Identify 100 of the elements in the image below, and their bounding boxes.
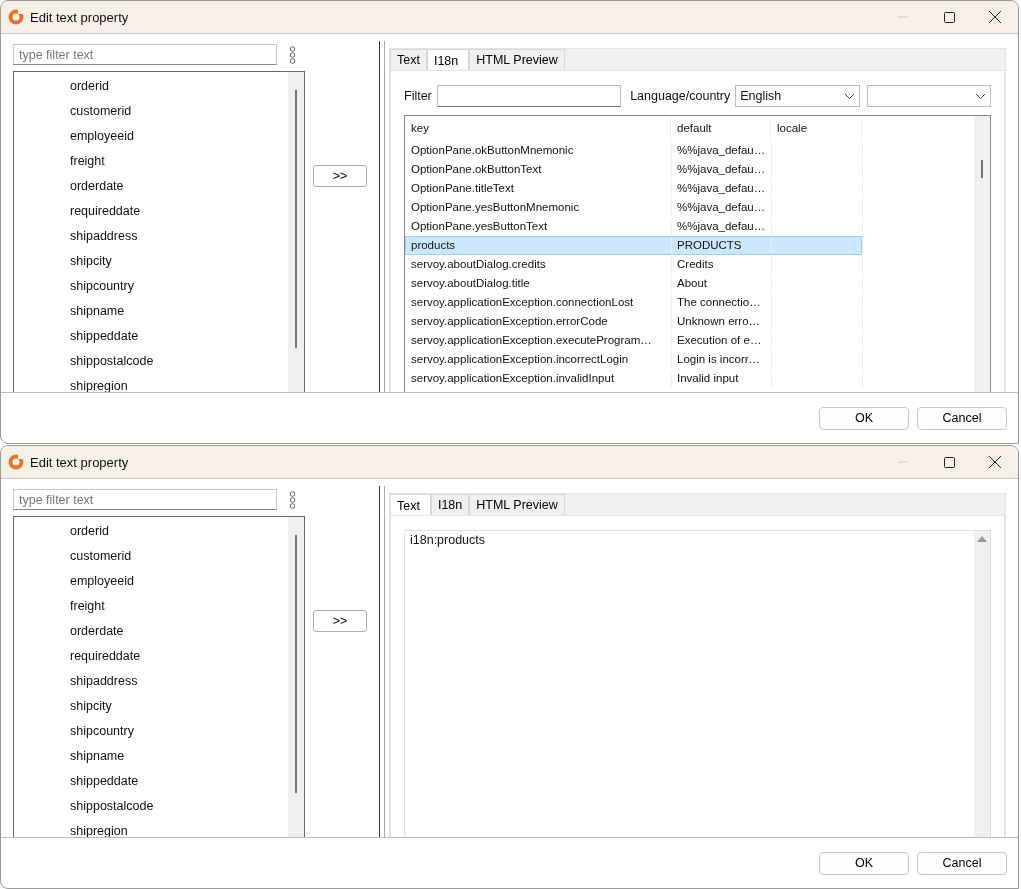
table-row[interactable]: servoy.applicationException.incorrectLogin Login is incorr… <box>405 350 862 369</box>
splitter[interactable] <box>379 486 385 837</box>
column-header[interactable]: key <box>405 116 671 141</box>
list-item[interactable]: shipcity <box>14 694 112 719</box>
tab[interactable]: I18n <box>426 49 470 71</box>
key-cell: products <box>406 237 672 254</box>
kebab-menu-icon[interactable] <box>289 45 296 64</box>
text-area[interactable]: i18n:products <box>404 530 991 837</box>
default-cell: The connectio… <box>672 294 772 311</box>
table-row[interactable]: OptionPane.yesButtonMnemonic %%java_defau… <box>405 198 862 217</box>
scrollbar[interactable] <box>974 531 990 837</box>
language-dropdown[interactable]: English <box>735 85 860 107</box>
column-header[interactable]: default <box>671 116 771 141</box>
list-item[interactable]: shipaddress <box>14 669 138 694</box>
scrollbar[interactable] <box>974 116 990 392</box>
default-cell: %%java_defau… <box>672 180 772 197</box>
table-row[interactable]: servoy.applicationException.connectionLost The connectio… <box>405 293 862 312</box>
list-item[interactable]: shipname <box>14 744 125 769</box>
table-row[interactable]: servoy.applicationException.executeProgram… Execution of e… <box>405 331 862 350</box>
default-cell: Unknown erro… <box>672 313 772 330</box>
list-item[interactable]: orderid <box>14 519 109 544</box>
table-row[interactable]: servoy.applicationException.invalidInput Invalid input <box>405 369 862 388</box>
splitter[interactable] <box>379 41 385 392</box>
list-item[interactable]: shippeddate <box>14 324 139 349</box>
add-button[interactable]: >> <box>313 165 367 187</box>
list-item[interactable]: shippeddate <box>14 769 139 794</box>
table-row[interactable]: servoy.applicationException.errorCode Unknown erro… <box>405 312 862 331</box>
key-cell: servoy.applicationException.invalidInput <box>406 370 672 387</box>
table-row[interactable]: OptionPane.okButtonText %%java_defau… <box>405 160 862 179</box>
tab[interactable]: Text <box>390 494 431 516</box>
default-cell: %%java_defau… <box>672 142 772 159</box>
tab[interactable]: I18n <box>430 494 470 515</box>
filter-field[interactable]: type filter text <box>13 44 277 65</box>
default-cell: %%java_defau… <box>672 161 772 178</box>
tab[interactable]: HTML Preview <box>469 494 565 515</box>
key-cell: OptionPane.titleText <box>406 180 672 197</box>
tab[interactable]: Text <box>390 49 427 70</box>
column-header[interactable]: locale <box>771 116 862 141</box>
list-item[interactable]: shipregion <box>14 374 128 392</box>
key-cell: servoy.applicationException.connectionLost <box>406 294 672 311</box>
maximize-icon[interactable] <box>943 456 955 468</box>
dialog-button[interactable]: Cancel <box>917 851 1007 875</box>
key-cell: OptionPane.okButtonMnemonic <box>406 142 672 159</box>
window-title: Edit text property <box>30 454 130 470</box>
close-icon[interactable] <box>989 456 1001 468</box>
list-item[interactable]: customerid <box>14 99 132 124</box>
list-item[interactable]: freight <box>14 594 105 619</box>
key-cell: servoy.applicationException.errorCode <box>406 313 672 330</box>
table-row[interactable]: servoy.aboutDialog.credits Credits <box>405 255 862 274</box>
key-cell: OptionPane.okButtonText <box>406 161 672 178</box>
app-logo-icon <box>8 454 24 470</box>
list-item[interactable]: orderdate <box>14 619 124 644</box>
dropdown-caret-icon <box>843 92 855 100</box>
default-cell: Credits <box>672 256 772 273</box>
scroll-up-icon[interactable] <box>977 535 987 542</box>
list-item[interactable]: shipname <box>14 299 125 324</box>
maximize-icon[interactable] <box>943 11 955 23</box>
list-item[interactable]: freight <box>14 149 105 174</box>
kebab-menu-icon[interactable] <box>289 490 296 509</box>
scrollbar[interactable] <box>288 517 304 837</box>
list-item[interactable]: employeeid <box>14 569 134 594</box>
list-item[interactable]: shippostalcode <box>14 794 154 819</box>
key-cell: servoy.aboutDialog.credits <box>406 256 672 273</box>
list-item[interactable]: orderdate <box>14 174 124 199</box>
filter-field[interactable]: type filter text <box>13 489 277 510</box>
list-item[interactable]: employeeid <box>14 124 134 149</box>
tab[interactable]: HTML Preview <box>469 49 565 70</box>
list-item[interactable]: shipcountry <box>14 274 134 299</box>
app-logo-icon <box>8 9 24 25</box>
close-icon[interactable] <box>989 11 1001 23</box>
default-cell: %%java_defau… <box>672 218 772 235</box>
key-cell: servoy.applicationException.incorrectLogin <box>406 351 672 368</box>
list-item[interactable]: shippostalcode <box>14 349 154 374</box>
scrollbar[interactable] <box>288 72 304 392</box>
dialog-button[interactable]: OK <box>819 851 909 875</box>
filter-input[interactable] <box>436 85 622 107</box>
key-cell: servoy.applicationException.executeProgram… <box>406 332 672 349</box>
default-cell: %%java_defau… <box>672 199 772 216</box>
default-cell: Login is incorr… <box>672 351 772 368</box>
list-item[interactable]: shipregion <box>14 819 128 837</box>
table-row[interactable]: servoy.aboutDialog.title About <box>405 274 862 293</box>
table-row[interactable]: OptionPane.titleText %%java_defau… <box>405 179 862 198</box>
list-item[interactable]: shipcity <box>14 249 112 274</box>
add-button[interactable]: >> <box>313 610 367 632</box>
default-cell: Invalid input <box>672 370 772 387</box>
dialog-button[interactable]: Cancel <box>917 406 1007 430</box>
list-item[interactable]: shipaddress <box>14 224 138 249</box>
list-item[interactable]: requireddate <box>14 199 141 224</box>
list-item[interactable]: customerid <box>14 544 132 569</box>
list-item[interactable]: shipcountry <box>14 719 134 744</box>
list-item[interactable]: orderid <box>14 74 109 99</box>
default-cell: About <box>672 275 772 292</box>
window-title: Edit text property <box>30 9 130 25</box>
list-item[interactable]: requireddate <box>14 644 141 669</box>
dropdown-caret-icon <box>975 92 986 100</box>
dialog-button[interactable]: OK <box>819 406 909 430</box>
table-row[interactable]: OptionPane.yesButtonText %%java_defau… <box>405 217 862 236</box>
key-cell: servoy.aboutDialog.title <box>406 275 672 292</box>
table-row[interactable]: OptionPane.okButtonMnemonic %%java_defau… <box>405 141 862 160</box>
table-row[interactable]: products PRODUCTS <box>405 236 862 255</box>
